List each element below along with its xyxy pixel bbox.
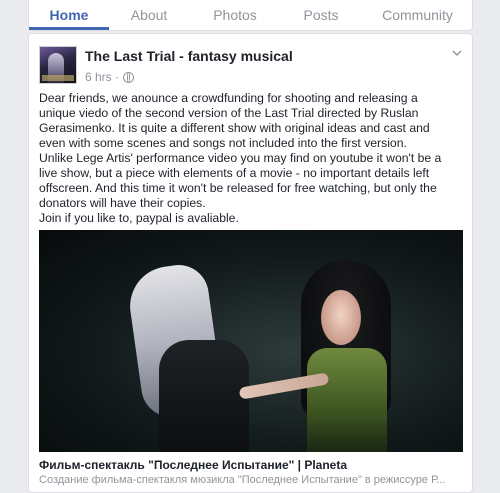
tab-home[interactable]: Home bbox=[29, 0, 109, 30]
image-figure2-face bbox=[321, 290, 361, 345]
image-backdrop bbox=[39, 230, 463, 452]
page-name-link[interactable]: The Last Trial - fantasy musical bbox=[85, 48, 293, 64]
tab-community[interactable]: Community bbox=[361, 0, 474, 30]
link-preview-title[interactable]: Фильм-спектакль "Последнее Испытание" | … bbox=[39, 458, 469, 472]
link-preview-image[interactable] bbox=[39, 230, 463, 452]
image-figure-body bbox=[159, 340, 249, 452]
chevron-down-icon[interactable] bbox=[452, 48, 462, 58]
post-body-text: Dear friends, we anounce a crowdfunding … bbox=[39, 91, 442, 225]
page-tab-bar: Home About Photos Posts Community bbox=[28, 0, 473, 31]
tab-posts[interactable]: Posts bbox=[281, 0, 361, 30]
globe-icon bbox=[123, 71, 135, 83]
post-card: The Last Trial - fantasy musical 6 hrs ·… bbox=[28, 33, 473, 493]
image-figure2-dress bbox=[307, 348, 387, 452]
post-meta: 6 hrs · bbox=[85, 70, 135, 84]
tab-about[interactable]: About bbox=[109, 0, 189, 30]
post-timestamp[interactable]: 6 hrs · bbox=[85, 70, 119, 84]
link-preview-description[interactable]: Создание фильма-спектакля мюзикла "После… bbox=[39, 474, 463, 486]
page-avatar[interactable] bbox=[39, 46, 77, 84]
avatar-logo-strip bbox=[42, 75, 74, 81]
tab-photos[interactable]: Photos bbox=[189, 0, 281, 30]
